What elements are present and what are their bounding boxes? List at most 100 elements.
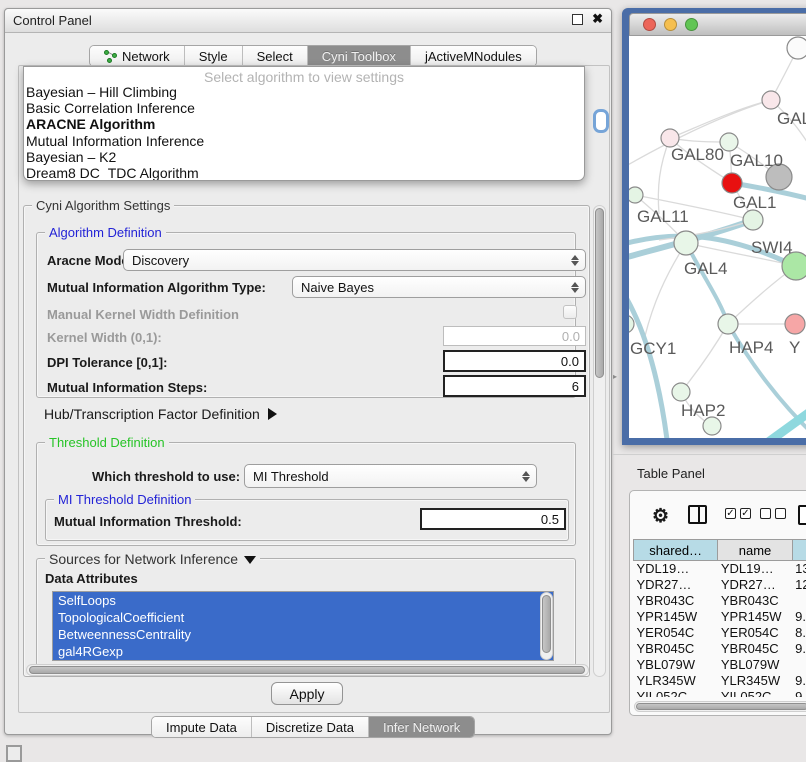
network-edge[interactable] <box>645 243 686 336</box>
tab-network[interactable]: Network <box>90 46 185 66</box>
algorithm-dropdown-popup: Select algorithm to view settings Bayesi… <box>23 66 585 181</box>
tab-cyni-toolbox[interactable]: Cyni Toolbox <box>308 46 411 66</box>
float-panel-icon[interactable] <box>572 14 583 25</box>
manual-kernel-width-checkbox[interactable] <box>563 305 577 319</box>
network-node[interactable] <box>674 231 698 255</box>
network-view-window: GALGAL80GAL10GAL1GAL11GAL4SWI4GCY1HAP4YH… <box>622 8 806 445</box>
data-attribute-item[interactable]: BetweennessCentrality <box>53 626 553 643</box>
zoom-window-icon[interactable] <box>685 18 698 31</box>
settings-horizontal-scrollbar[interactable] <box>26 664 589 676</box>
table-row[interactable]: YDL19…YDL19…13 <box>634 561 806 577</box>
table-row[interactable]: YIL052CYIL052C9. <box>634 689 806 698</box>
table-row[interactable]: YBR045CYBR045C9. <box>634 641 806 657</box>
table-row[interactable]: YER054CYER054C8. <box>634 625 806 641</box>
network-edge[interactable] <box>658 138 670 214</box>
mi-algorithm-type-select[interactable]: Naive Bayes <box>292 276 586 298</box>
splitter-grip-icon[interactable]: ▸ <box>613 372 618 380</box>
node-label: GCY1 <box>630 339 676 358</box>
select-all-columns-icon[interactable]: ✓✓ <box>725 508 751 519</box>
network-node[interactable] <box>629 187 643 203</box>
column-header[interactable]: name <box>718 540 792 561</box>
table-cell: YIL052C <box>718 689 792 698</box>
network-edge[interactable] <box>629 286 669 438</box>
algorithm-option[interactable]: Bayesian – Hill Climbing <box>24 84 584 100</box>
table-row[interactable]: YLR345WYLR345W9. <box>634 673 806 689</box>
mi-steps-field[interactable]: 6 <box>443 375 586 397</box>
network-node[interactable] <box>787 37 806 59</box>
column-header[interactable] <box>792 540 806 561</box>
node-label: SWI4 <box>751 238 793 257</box>
dpi-tolerance-field[interactable]: 0.0 <box>443 350 586 372</box>
tab-impute-data[interactable]: Impute Data <box>152 717 252 737</box>
network-window-titlebar[interactable] <box>629 13 806 36</box>
network-node[interactable] <box>762 91 780 109</box>
attributes-vertical-scrollbar[interactable] <box>540 592 553 660</box>
network-node[interactable] <box>722 173 742 193</box>
mi-threshold-definition-group: MI Threshold Definition Mutual Informati… <box>45 499 569 541</box>
algorithm-option[interactable]: Dream8 DC_TDC Algorithm <box>24 165 584 181</box>
data-attribute-item[interactable]: SelfLoops <box>53 592 553 609</box>
kernel-width-field[interactable]: 0.0 <box>443 326 586 346</box>
network-node[interactable] <box>672 383 690 401</box>
tab-jactivemnodules[interactable]: jActiveMNodules <box>411 46 536 66</box>
table-row[interactable]: YDR27…YDR27…12 <box>634 577 806 593</box>
which-threshold-label: Which threshold to use: <box>92 469 240 484</box>
which-threshold-select[interactable]: MI Threshold <box>244 464 537 488</box>
settings-vertical-scrollbar[interactable] <box>593 205 606 677</box>
table-cell: 8. <box>792 625 806 641</box>
network-node[interactable] <box>743 210 763 230</box>
node-label: Y <box>789 338 800 357</box>
table-row[interactable]: YBL079WYBL079W <box>634 657 806 673</box>
network-edge[interactable] <box>681 324 728 392</box>
threshold-definition-title: Threshold Definition <box>45 435 169 450</box>
algorithm-popup-hint: Select algorithm to view settings <box>24 67 584 84</box>
column-header[interactable]: shared… <box>634 540 718 561</box>
network-canvas[interactable]: GALGAL80GAL10GAL1GAL11GAL4SWI4GCY1HAP4YH… <box>629 36 806 438</box>
control-panel-window: Control Panel ✖ NetworkStyleSelectCyni T… <box>4 8 612 735</box>
table-cell: 12 <box>792 577 806 593</box>
data-attribute-item[interactable]: TopologicalCoefficient <box>53 609 553 626</box>
data-attribute-item[interactable]: gal4RGexp <box>53 643 553 660</box>
new-table-icon[interactable] <box>798 505 806 525</box>
aracne-mode-select[interactable]: Discovery <box>123 249 586 271</box>
sources-title[interactable]: Sources for Network Inference <box>45 551 260 567</box>
which-threshold-value: MI Threshold <box>253 469 329 484</box>
node-table[interactable]: shared…name YDL19…YDL19…13YDR27…YDR27…12… <box>633 539 806 697</box>
apply-button[interactable]: Apply <box>271 682 343 705</box>
columns-icon[interactable] <box>688 505 707 524</box>
table-cell: YER054C <box>718 625 792 641</box>
network-node[interactable] <box>718 314 738 334</box>
gear-icon[interactable]: ⚙ <box>652 505 669 528</box>
network-node[interactable] <box>629 315 634 333</box>
algorithm-option[interactable]: Bayesian – K2 <box>24 149 584 165</box>
spinner-arrows-icon <box>569 255 585 266</box>
data-attributes-list[interactable]: SelfLoopsTopologicalCoefficientBetweenne… <box>52 591 554 661</box>
network-edge[interactable] <box>686 243 728 324</box>
table-cell: 9. <box>792 689 806 698</box>
table-row[interactable]: YBR043CYBR043C <box>634 593 806 609</box>
inference-algorithm-combobox-fragment[interactable] <box>593 109 609 133</box>
deselect-all-columns-icon[interactable] <box>760 508 786 519</box>
tab-label: Style <box>199 49 228 64</box>
algorithm-definition-title: Algorithm Definition <box>45 225 166 240</box>
mi-threshold-field[interactable]: 0.5 <box>420 508 566 530</box>
tab-style[interactable]: Style <box>185 46 243 66</box>
network-node[interactable] <box>785 314 805 334</box>
panel-toggle-icon[interactable] <box>6 745 22 762</box>
tab-infer-network[interactable]: Infer Network <box>369 717 474 737</box>
hub-tf-definition-expander[interactable]: Hub/Transcription Factor Definition <box>44 406 277 422</box>
mi-steps-label: Mutual Information Steps: <box>47 380 207 395</box>
sources-title-text: Sources for Network Inference <box>49 551 238 567</box>
table-row[interactable]: YPR145WYPR145W9. <box>634 609 806 625</box>
algorithm-option[interactable]: Basic Correlation Inference <box>24 100 584 116</box>
minimize-window-icon[interactable] <box>664 18 677 31</box>
tab-discretize-data[interactable]: Discretize Data <box>252 717 369 737</box>
table-horizontal-scrollbar[interactable] <box>634 701 806 712</box>
close-panel-icon[interactable]: ✖ <box>592 11 603 27</box>
close-window-icon[interactable] <box>643 18 656 31</box>
algorithm-option[interactable]: Mutual Information Inference <box>24 133 584 149</box>
network-edge[interactable] <box>749 404 806 438</box>
tab-select[interactable]: Select <box>243 46 308 66</box>
table-cell: YBL079W <box>634 657 718 673</box>
algorithm-option[interactable]: ARACNE Algorithm <box>24 116 584 132</box>
